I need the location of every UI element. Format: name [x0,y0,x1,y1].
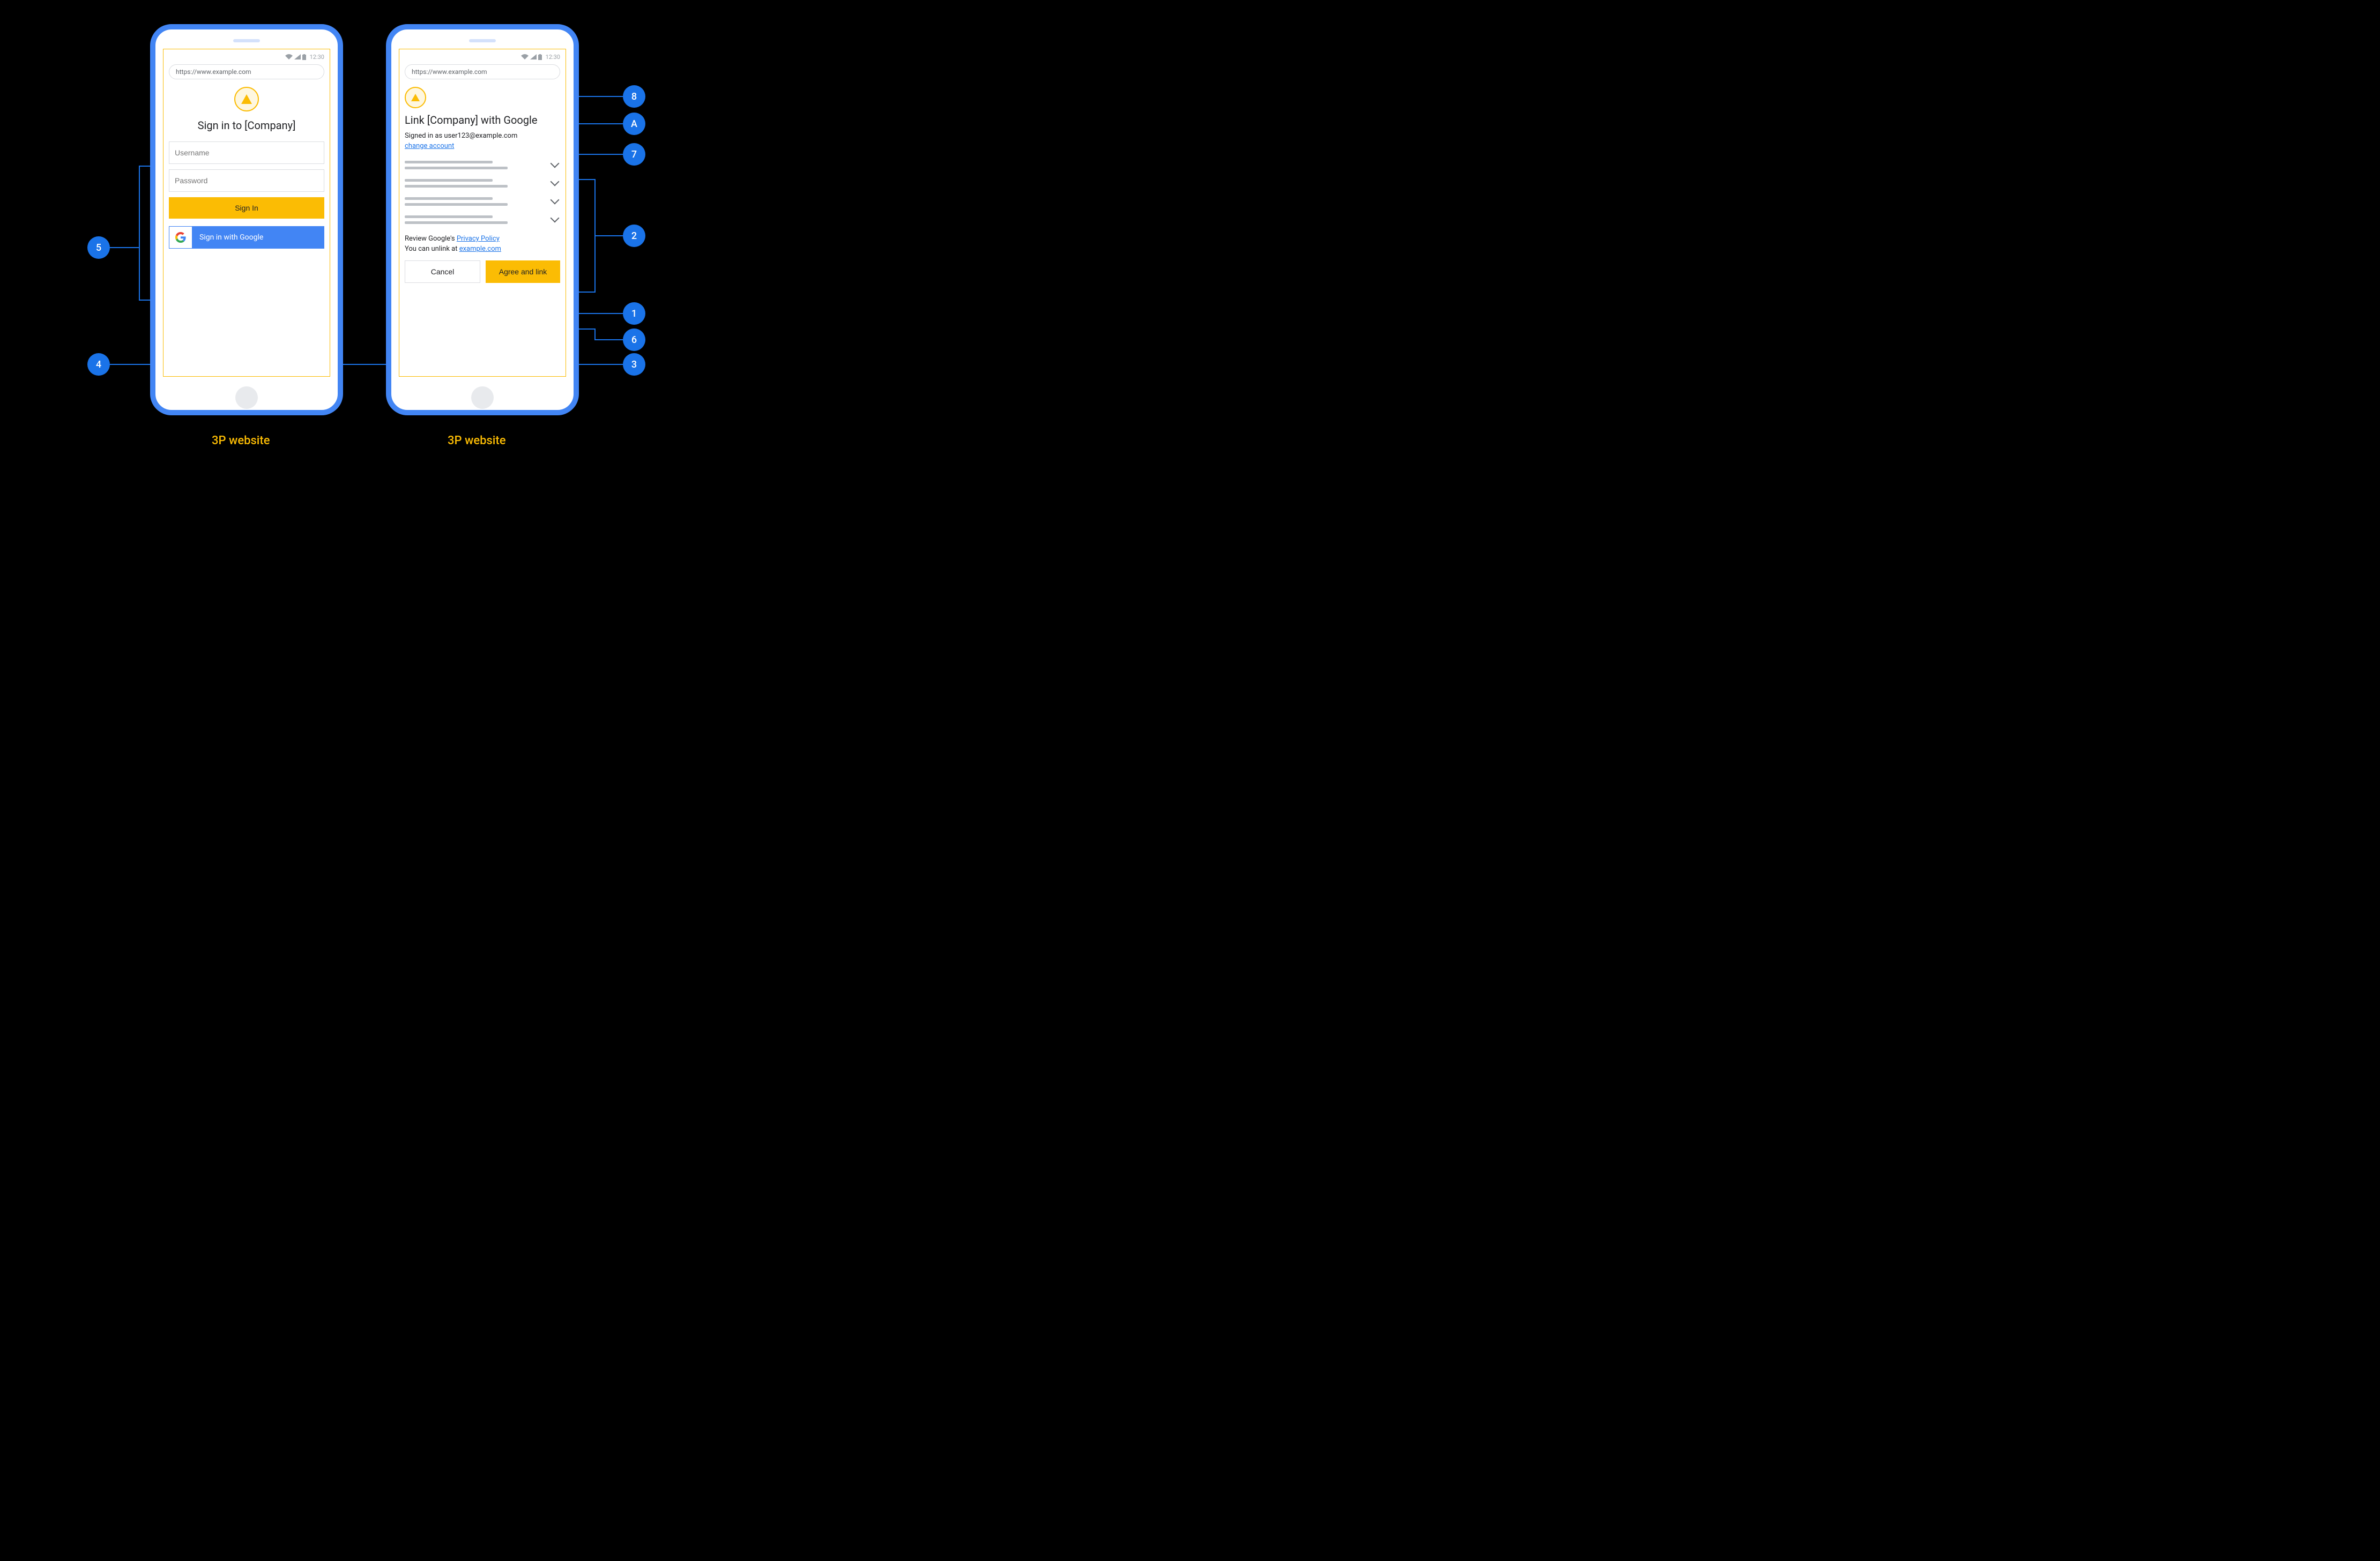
change-account-link[interactable]: change account [405,142,454,150]
diagram-stage: 5 4 8 A 7 2 1 6 3 12:30 https://www.exam… [0,0,732,481]
permissions-list [405,156,560,229]
company-logo [405,87,426,108]
agree-button[interactable]: Agree and link [486,260,560,283]
statusbar: 12:30 [169,53,324,61]
chevron-down-icon [551,214,560,223]
phone-speaker [233,39,260,42]
signal-icon [294,54,301,59]
wifi-icon [521,54,529,59]
badge-3: 3 [623,353,645,376]
url-bar[interactable]: https://www.example.com [169,64,324,79]
home-button[interactable] [471,386,494,409]
permission-item[interactable] [405,175,560,193]
username-input[interactable] [169,141,324,164]
chevron-down-icon [551,196,560,205]
permission-item[interactable] [405,156,560,175]
permission-item[interactable] [405,211,560,229]
password-input[interactable] [169,169,324,192]
phone1-screen: 12:30 https://www.example.com Sign in to… [163,49,330,377]
phone-signin: 12:30 https://www.example.com Sign in to… [150,24,343,415]
badge-1: 1 [623,302,645,325]
status-time: 12:30 [310,54,324,61]
company-logo [234,87,259,111]
permission-item[interactable] [405,193,560,211]
triangle-icon [411,94,420,101]
privacy-policy-link[interactable]: Privacy Policy [457,235,500,243]
url-bar[interactable]: https://www.example.com [405,64,560,79]
badge-2: 2 [623,225,645,247]
battery-icon [302,54,306,60]
privacy-line: Review Google's Privacy Policy [405,235,560,243]
chevron-down-icon [551,159,560,168]
signed-in-as: Signed in as user123@example.com [405,132,560,140]
phone2-screen: 12:30 https://www.example.com Link [Comp… [399,49,566,377]
signal-icon [530,54,537,59]
statusbar: 12:30 [405,53,560,61]
badge-5: 5 [87,236,110,259]
battery-icon [538,54,542,60]
badge-4: 4 [87,353,110,376]
unlink-link[interactable]: example.com [459,245,501,253]
status-time: 12:30 [546,54,560,61]
badge-6: 6 [623,328,645,351]
badge-7: 7 [623,143,645,166]
google-signin-label: Sign in with Google [192,227,271,248]
google-icon [169,227,192,248]
phone-consent: 12:30 https://www.example.com Link [Comp… [386,24,579,415]
home-button[interactable] [235,386,258,409]
chevron-down-icon [551,177,560,186]
callout-lines [0,0,732,481]
triangle-icon [241,94,252,104]
phone-speaker [469,39,496,42]
google-signin-button[interactable]: Sign in with Google [169,226,324,249]
wifi-icon [285,54,293,59]
caption-left: 3P website [212,434,270,447]
caption-right: 3P website [448,434,506,447]
signin-button[interactable]: Sign In [169,197,324,219]
signin-heading: Sign in to [Company] [169,119,324,132]
cancel-button[interactable]: Cancel [405,260,480,283]
unlink-line: You can unlink at example.com [405,245,560,253]
consent-heading: Link [Company] with Google [405,114,560,126]
badge-8: 8 [623,85,645,108]
badge-A: A [623,113,645,135]
